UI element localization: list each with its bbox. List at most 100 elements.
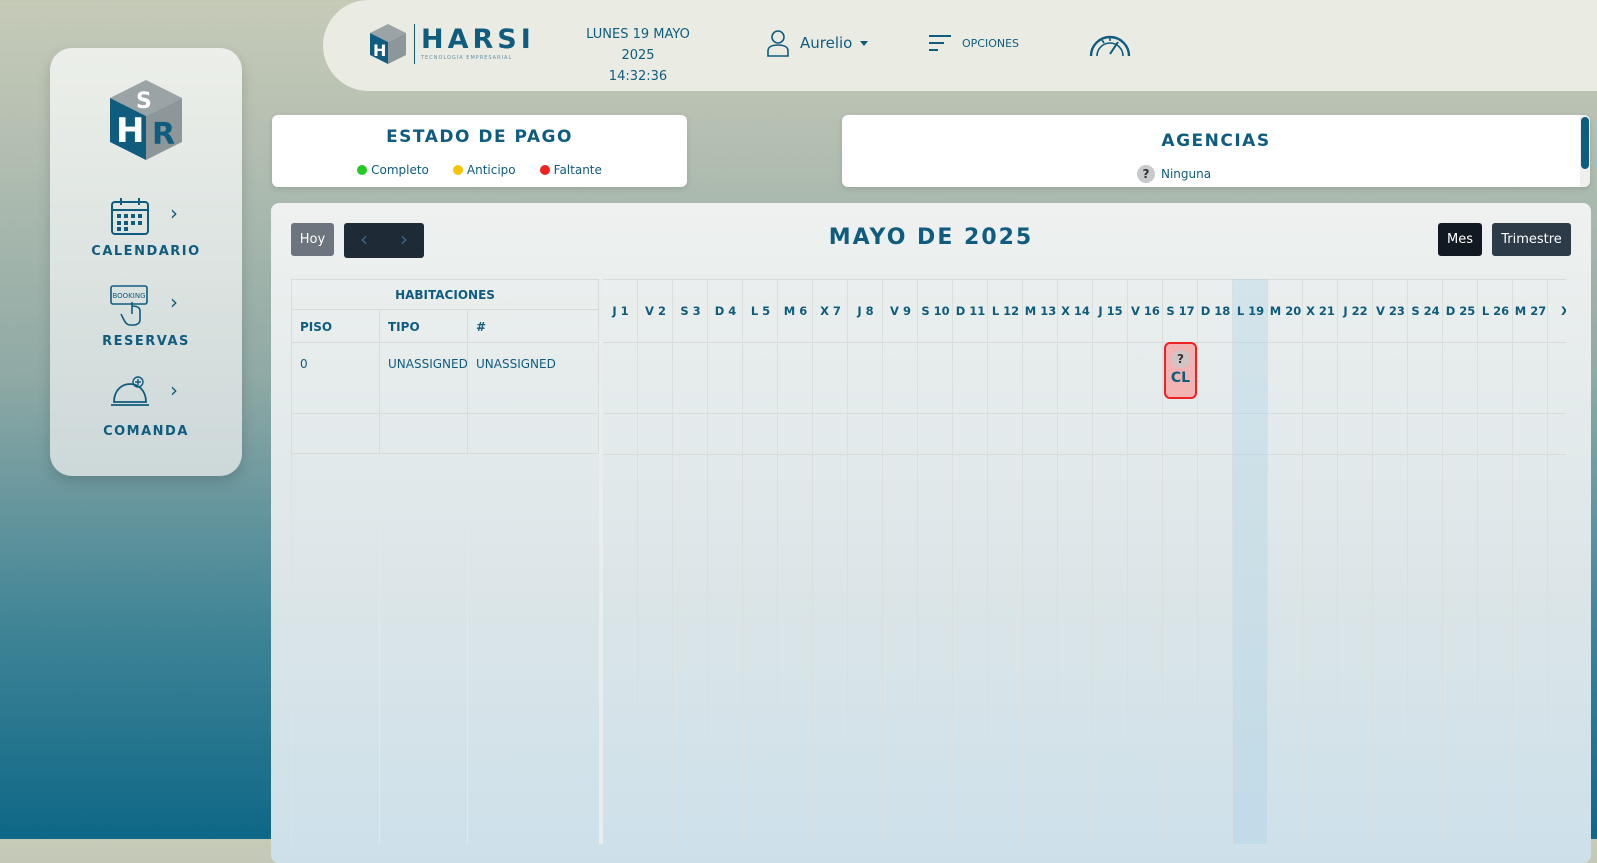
- agencies-card: AGENCIAS ? Ninguna: [842, 115, 1590, 187]
- payment-status-title: ESTADO DE PAGO: [386, 127, 573, 147]
- day-header: S 10: [921, 304, 950, 318]
- day-header: J 1: [612, 304, 629, 318]
- day-column[interactable]: [603, 279, 638, 844]
- legend-faltante: Faltante: [539, 163, 602, 177]
- day-column[interactable]: [1478, 279, 1513, 844]
- svg-text:H: H: [116, 111, 144, 151]
- room-service-bell-icon: [111, 376, 149, 406]
- options-label: OPCIONES: [962, 36, 1020, 50]
- day-column[interactable]: [953, 279, 988, 844]
- days-area: J 1 V 2 S 3 D 4 L 5 M 6 X 7 J 8 V 9 S 10 D 11 L 12 M…: [603, 279, 1566, 844]
- day-column[interactable]: [1443, 279, 1478, 844]
- chevron-right-icon: ›: [170, 201, 178, 225]
- day-column[interactable]: [638, 279, 673, 844]
- day-column[interactable]: [918, 279, 953, 844]
- current-date: LUNES 19 MAYO 2025: [586, 27, 690, 63]
- day-column[interactable]: [1303, 279, 1338, 844]
- day-column[interactable]: [848, 279, 883, 844]
- day-column[interactable]: [1408, 279, 1443, 844]
- brand-subtitle: TECNOLOGÍA EMPRESARIAL: [421, 55, 513, 61]
- day-column[interactable]: [743, 279, 778, 844]
- day-column[interactable]: [1268, 279, 1303, 844]
- room-empty-row: [467, 413, 599, 454]
- svg-text:BOOKING: BOOKING: [112, 292, 145, 300]
- day-column[interactable]: [1058, 279, 1093, 844]
- reservation-chip[interactable]: ? CL: [1164, 342, 1197, 399]
- day-header: S 3: [680, 304, 701, 318]
- chevron-right-icon: ›: [170, 290, 178, 314]
- room-cell-numero[interactable]: UNASSIGNED: [467, 342, 599, 414]
- hrs-cube-logo-icon: H R S: [110, 80, 182, 160]
- payment-legend: Completo Anticipo Faltante: [272, 163, 687, 177]
- brand-name: HARSI: [421, 24, 535, 55]
- room-cell-piso[interactable]: 0: [291, 342, 380, 414]
- day-header: V 9: [890, 304, 911, 318]
- day-column[interactable]: [988, 279, 1023, 844]
- day-column[interactable]: [1338, 279, 1373, 844]
- brand-logo[interactable]: H HARSI TECNOLOGÍA EMPRESARIAL: [368, 22, 535, 66]
- day-header: J 15: [1098, 304, 1123, 318]
- day-column[interactable]: [1548, 279, 1566, 844]
- day-column[interactable]: [1093, 279, 1128, 844]
- day-column[interactable]: [1198, 279, 1233, 844]
- user-menu[interactable]: Aurelio: [766, 29, 869, 57]
- sidebar-item-label: COMANDA: [103, 424, 189, 439]
- day-column[interactable]: [1023, 279, 1058, 844]
- day-header: S 24: [1411, 304, 1440, 318]
- day-column[interactable]: [813, 279, 848, 844]
- datetime-display: LUNES 19 MAYO 2025 14:32:36: [568, 24, 708, 87]
- day-header: D 18: [1200, 304, 1231, 318]
- svg-text:H: H: [373, 41, 386, 60]
- day-column[interactable]: [673, 279, 708, 844]
- day-header: M 20: [1269, 304, 1302, 318]
- booking-hand-icon: BOOKING: [110, 285, 148, 326]
- payment-status-card: ESTADO DE PAGO Completo Anticipo Faltant…: [272, 115, 687, 187]
- question-icon: ?: [1171, 350, 1190, 368]
- day-header: L 5: [750, 304, 771, 318]
- sidebar-item-reservas[interactable]: BOOKING › RESERVAS: [50, 284, 242, 354]
- agencies-scrollbar[interactable]: [1580, 115, 1590, 187]
- sidebar-item-comanda[interactable]: › COMANDA: [50, 374, 242, 444]
- room-empty-row: [291, 413, 380, 454]
- day-column[interactable]: [1513, 279, 1548, 844]
- day-column[interactable]: [1128, 279, 1163, 844]
- filter-lines-icon: [929, 35, 951, 51]
- sidebar: H R S › CALENDARIO BOOKING › RESERVAS › …: [50, 48, 242, 476]
- view-quarter-button[interactable]: Trimestre: [1492, 223, 1571, 256]
- calendar-icon: [111, 198, 149, 235]
- day-column[interactable]: [1233, 279, 1268, 844]
- column-header-numero: #: [467, 309, 599, 343]
- day-header: X 14: [1061, 304, 1090, 318]
- day-header: D 4: [714, 304, 737, 318]
- column-header-tipo: TIPO: [379, 309, 468, 343]
- calendar-panel: Hoy ‹ › MAYO DE 2025 Mes Trimestre HABIT…: [271, 203, 1591, 863]
- agency-item[interactable]: ? Ninguna: [1137, 165, 1211, 183]
- day-header: L 19: [1236, 304, 1265, 318]
- room-cell-tipo[interactable]: UNASSIGNED: [379, 342, 468, 414]
- view-month-button[interactable]: Mes: [1438, 223, 1482, 256]
- day-header: V 2: [645, 304, 666, 318]
- day-header: D 25: [1445, 304, 1476, 318]
- options-menu[interactable]: OPCIONES: [928, 33, 1019, 53]
- sidebar-item-calendario[interactable]: › CALENDARIO: [50, 196, 242, 266]
- room-empty-row: [379, 413, 468, 454]
- day-header: V 16: [1131, 304, 1160, 318]
- speedometer-icon[interactable]: [1088, 30, 1132, 58]
- day-header: M 6: [783, 304, 808, 318]
- user-icon: [767, 30, 789, 57]
- day-column[interactable]: [778, 279, 813, 844]
- day-column[interactable]: [883, 279, 918, 844]
- sidebar-item-label: CALENDARIO: [91, 244, 201, 259]
- legend-anticipo: Anticipo: [452, 163, 516, 177]
- day-column[interactable]: [1373, 279, 1408, 844]
- month-title: MAYO DE 2025: [828, 225, 1034, 250]
- question-icon: ?: [1137, 165, 1155, 183]
- rooms-header: HABITACIONES: [291, 279, 599, 310]
- day-column[interactable]: [708, 279, 743, 844]
- agency-label: Ninguna: [1161, 167, 1212, 181]
- svg-text:S: S: [136, 89, 152, 114]
- rooms-column-lines: [291, 454, 599, 844]
- day-header: S 17: [1166, 304, 1195, 318]
- hrs-logo-icon: H: [370, 24, 406, 64]
- day-header: M 27: [1514, 304, 1547, 318]
